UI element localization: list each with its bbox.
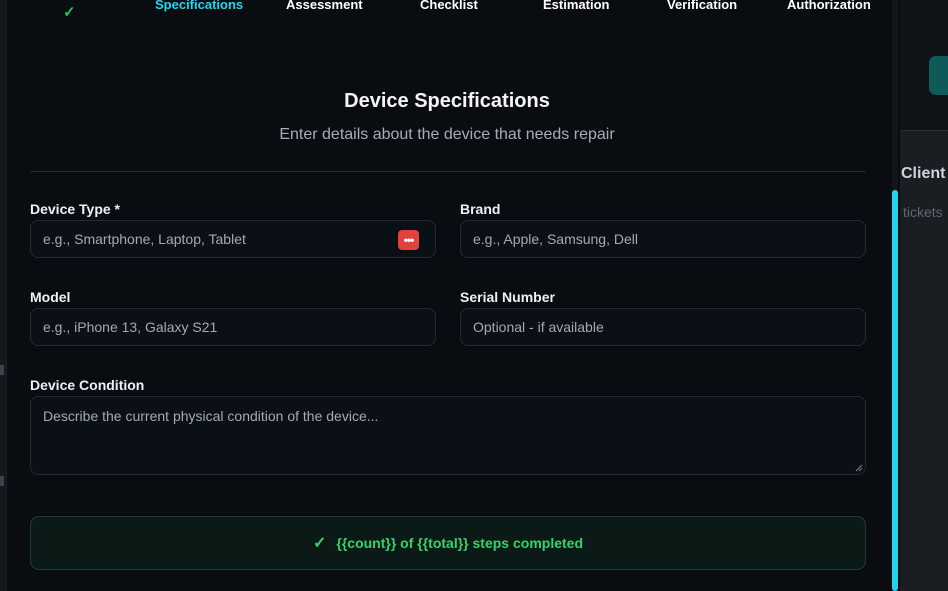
device-type-input[interactable]: e.g., Smartphone, Laptop, Tablet ••• <box>30 220 436 258</box>
background-divider <box>900 130 948 131</box>
step-assessment[interactable]: Assessment <box>286 0 363 12</box>
brand-input[interactable]: e.g., Apple, Samsung, Dell <box>460 220 866 258</box>
background-left-mark <box>0 365 4 375</box>
model-input[interactable]: e.g., iPhone 13, Galaxy S21 <box>30 308 436 346</box>
password-manager-icon[interactable]: ••• <box>398 230 419 250</box>
step-specifications[interactable]: Specifications <box>155 0 243 12</box>
background-left-mark <box>0 476 4 486</box>
check-icon: ✓ <box>312 535 327 552</box>
repair-wizard-modal: ✓ Specifications Assessment Checklist Es… <box>7 0 900 591</box>
page-subtitle: Enter details about the device that need… <box>279 126 615 143</box>
page-title: Device Specifications <box>344 90 550 112</box>
background-sublabel: tickets <box>903 204 943 220</box>
background-action-button[interactable] <box>929 56 948 95</box>
device-type-placeholder: e.g., Smartphone, Laptop, Tablet <box>43 231 246 247</box>
step-checklist[interactable]: Checklist <box>420 0 478 12</box>
device-type-label: Device Type * <box>30 201 121 217</box>
brand-label: Brand <box>460 201 501 217</box>
progress-text: {{count}} of {{total}} steps completed <box>336 535 583 551</box>
device-condition-label: Device Condition <box>30 377 145 393</box>
resize-handle-icon[interactable] <box>855 464 863 472</box>
model-placeholder: e.g., iPhone 13, Galaxy S21 <box>43 319 218 335</box>
model-label: Model <box>30 289 71 305</box>
serial-number-input[interactable]: Optional - if available <box>460 308 866 346</box>
serial-number-label: Serial Number <box>460 289 555 305</box>
device-condition-textarea[interactable]: Describe the current physical condition … <box>30 396 866 475</box>
wizard-steps: ✓ Specifications Assessment Checklist Es… <box>7 0 887 21</box>
check-icon: ✓ <box>63 4 76 21</box>
step-verification[interactable]: Verification <box>667 0 737 12</box>
progress-status-banner: ✓ {{count}} of {{total}} steps completed <box>30 516 866 570</box>
background-label: Client <box>901 165 946 182</box>
background-left-edge <box>0 0 6 591</box>
step-authorization[interactable]: Authorization <box>787 0 871 12</box>
device-condition-placeholder: Describe the current physical condition … <box>43 408 379 424</box>
serial-number-placeholder: Optional - if available <box>473 319 604 335</box>
section-divider <box>30 171 866 172</box>
brand-placeholder: e.g., Apple, Samsung, Dell <box>473 231 638 247</box>
scrollbar-thumb[interactable] <box>892 190 898 591</box>
step-estimation[interactable]: Estimation <box>543 0 609 12</box>
